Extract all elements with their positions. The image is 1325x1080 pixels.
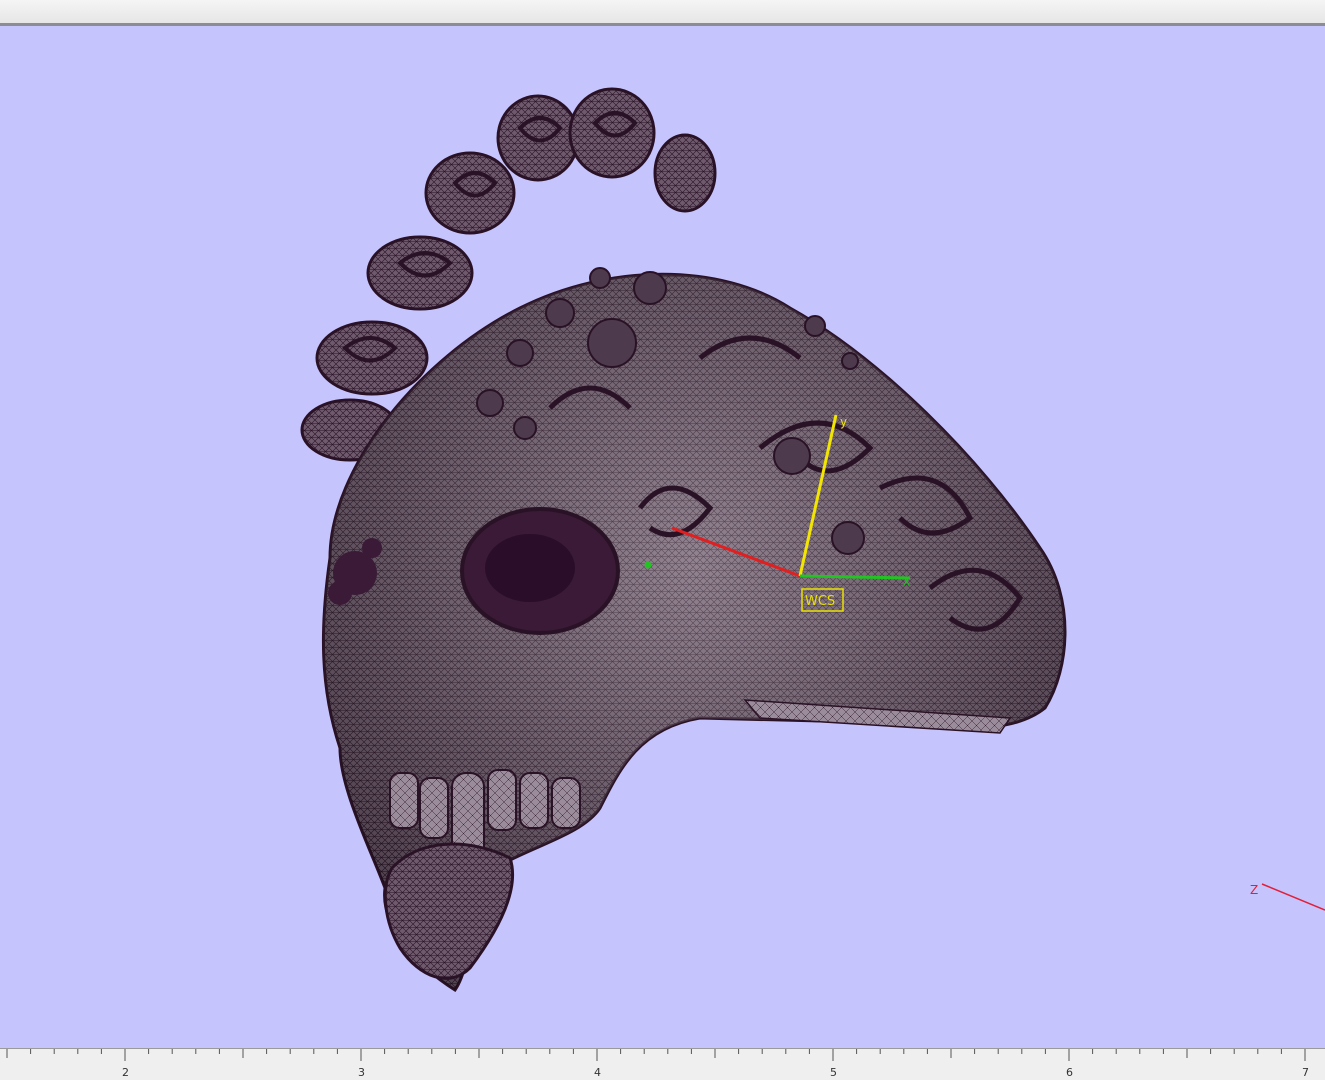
horizontal-ruler[interactable]: 2 3 4 5 6 7 [0,1048,1325,1080]
gizmo-y-label: y [840,415,847,429]
ruler-label: 5 [830,1066,837,1079]
wcs-label: WCS [805,594,835,609]
gizmo-point [644,561,652,569]
corner-z-label: Z [1250,883,1258,897]
ruler-label: 3 [358,1066,365,1079]
corner-axis-indicator: Z [1250,883,1325,911]
ruler-label: 4 [594,1066,601,1079]
viewport-canvas[interactable]: y x WCS Z [0,28,1325,1048]
ruler-canvas: 2 3 4 5 6 7 [6,1049,1309,1079]
3d-viewport[interactable]: y x WCS Z [0,28,1325,1048]
tongue [383,842,515,980]
skull-mesh-model[interactable] [300,87,1067,993]
ruler-label: 7 [1302,1066,1309,1079]
gizmo-x-axis [799,574,911,580]
toolbar-strip [0,0,1325,26]
gizmo-x-label: x [903,574,910,588]
ruler-label: 6 [1066,1066,1073,1079]
app-window: y x WCS Z 2 3 4 5 6 7 [0,0,1325,1080]
ruler-label: 2 [122,1066,129,1079]
